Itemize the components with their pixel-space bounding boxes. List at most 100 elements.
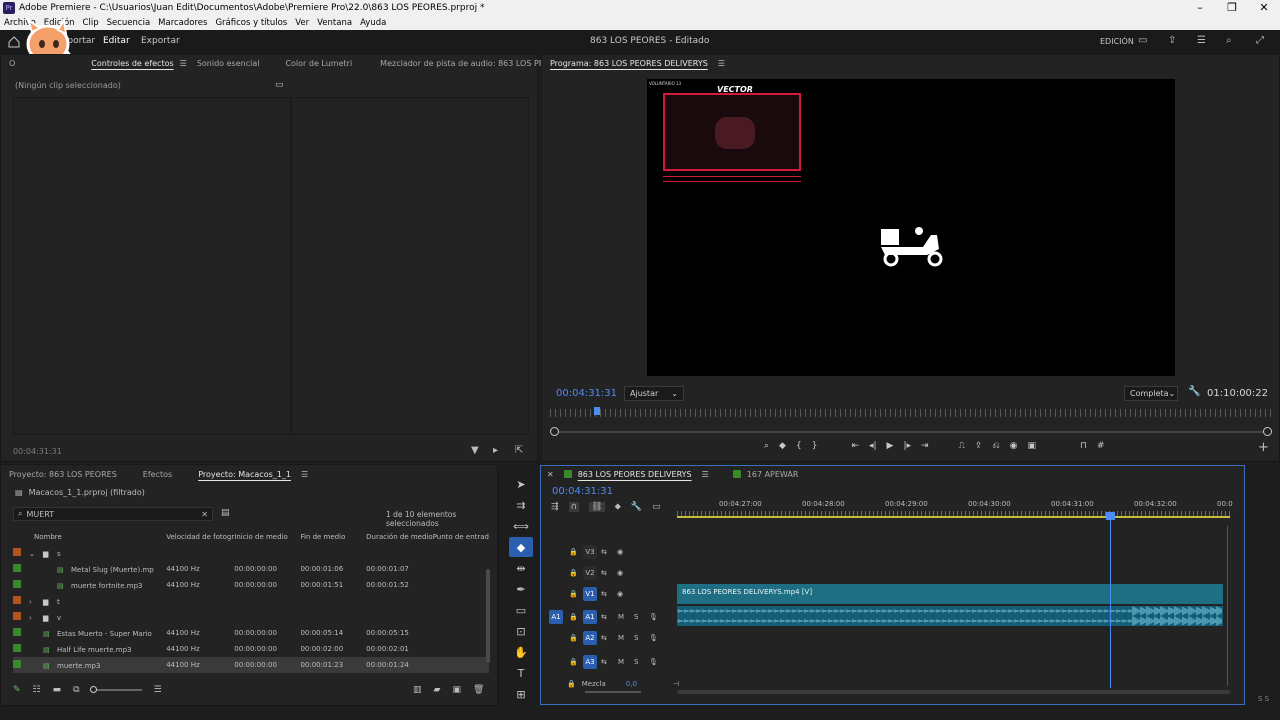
grid-icon[interactable]: # (1097, 441, 1105, 451)
sort-icon[interactable]: ☰ (154, 685, 162, 695)
zoom-fit-dropdown[interactable]: Ajustar ⌄ (624, 386, 684, 401)
tab-effects[interactable]: Efectos (127, 470, 182, 479)
program-time-ruler[interactable] (550, 409, 1272, 417)
program-playhead-timecode[interactable]: 00:04:31:31 (556, 388, 617, 399)
pen-tool-icon[interactable]: ✒ (509, 579, 533, 599)
share-icon[interactable]: ⇪ (1168, 35, 1176, 46)
solo-button[interactable]: S (634, 658, 638, 666)
razor-tool-icon[interactable]: ◆ (509, 537, 533, 557)
disclosure-triangle-icon[interactable]: ⌄ (29, 550, 43, 558)
settings-list-icon[interactable]: ☰ (1197, 35, 1206, 46)
insert-sequence-nest-icon[interactable]: ⇶ (551, 502, 559, 512)
toggle-output-eye-icon[interactable]: ◉ (617, 569, 623, 577)
search-box[interactable]: ⌕ MUERT ✕ (13, 507, 213, 521)
track-target-a2[interactable]: A2 (583, 631, 597, 645)
tab-source[interactable]: O (1, 59, 25, 68)
panel-menu-icon[interactable]: ☰ (180, 59, 187, 68)
mix-lock-icon[interactable]: 🔒 (567, 680, 576, 688)
sync-lock-icon[interactable]: ⇆ (601, 590, 607, 598)
project-menu-icon[interactable]: ☰ (301, 470, 308, 479)
tab-essential-sound[interactable]: Sonido esencial (187, 59, 270, 68)
track-lock-icon[interactable]: 🔒 (569, 590, 578, 598)
lift-icon[interactable]: ⎍ (959, 441, 965, 451)
label-color-swatch[interactable] (13, 612, 21, 620)
fullscreen-icon[interactable]: ⤢ (1256, 35, 1264, 46)
caption-tool-icon[interactable]: ⊞ (509, 684, 533, 704)
ripple-edit-tool-icon[interactable]: ⟺ (509, 516, 533, 536)
label-color-swatch[interactable] (13, 644, 21, 652)
tab-project-main[interactable]: Proyecto: 863 LOS PEORES (1, 470, 127, 479)
edit-tab[interactable]: Editar (103, 36, 130, 46)
label-color-swatch[interactable] (13, 596, 21, 604)
menu-graficos[interactable]: Gráficos y títulos (215, 18, 287, 28)
scrollbar-right-handle[interactable] (1263, 427, 1272, 436)
go-to-out-icon[interactable]: ⇥ (921, 441, 929, 451)
new-bin-icon[interactable]: ▰ (434, 685, 441, 695)
col-fps[interactable]: Velocidad de fotogr (166, 529, 234, 545)
table-row[interactable]: ▤ Estas Muerto - Super Mario 44100 Hz 00:00… (13, 625, 489, 641)
export-tab[interactable]: Exportar (141, 36, 180, 46)
toggle-output-eye-icon[interactable]: ◉ (617, 548, 623, 556)
col-media-duration[interactable]: Duración de medio (366, 529, 433, 545)
menu-marcadores[interactable]: Marcadores (158, 18, 207, 28)
timeline-zoom-scrollbar[interactable] (585, 691, 641, 693)
new-item-icon[interactable]: ▣ (452, 685, 461, 695)
step-back-icon[interactable]: ◂| (869, 441, 877, 451)
export-frame-icon[interactable]: ⇱ (515, 445, 523, 456)
comparison-view-icon[interactable]: ▣ (1028, 441, 1037, 451)
timeline-ruler[interactable]: 00:04:27:00 00:04:28:00 00:04:29:00 00:04:3… (677, 500, 1233, 520)
insert-icon[interactable]: ⎌ (992, 441, 999, 451)
mix-value[interactable]: 0,0 (626, 680, 637, 688)
track-lock-icon[interactable]: 🔒 (569, 548, 578, 556)
icon-view-icon[interactable]: ▬ (53, 685, 62, 695)
mute-button[interactable]: M (618, 613, 624, 621)
pencil-icon[interactable]: ✎ (13, 685, 21, 695)
solo-button[interactable]: S (634, 634, 638, 642)
label-color-swatch[interactable] (13, 548, 21, 556)
track-lock-icon[interactable]: 🔒 (569, 613, 578, 621)
tab-project-macacos[interactable]: Proyecto: Macacos_1_1 (182, 470, 301, 479)
label-color-swatch[interactable] (13, 580, 21, 588)
minimize-button[interactable]: – (1184, 0, 1216, 16)
menu-ventana[interactable]: Ventana (317, 18, 352, 28)
label-color-swatch[interactable] (13, 628, 21, 636)
audio-clip-a1[interactable] (677, 606, 1223, 626)
row-name-cell[interactable]: ⌄ ▆ s (13, 545, 166, 561)
track-select-tool-icon[interactable]: ⇉ (509, 495, 533, 515)
wrench-settings-icon[interactable]: 🔧 (1188, 386, 1200, 397)
toggle-timeline-view-icon[interactable]: ▭ (275, 80, 284, 90)
row-name-cell[interactable]: › ▆ t (13, 593, 166, 609)
menu-secuencia[interactable]: Secuencia (107, 18, 151, 28)
sync-lock-icon[interactable]: ⇆ (601, 548, 607, 556)
col-media-start[interactable]: Inicio de medio (234, 529, 300, 545)
voiceover-record-icon[interactable]: 🎙 (649, 634, 658, 642)
col-media-end[interactable]: Fin de medio (300, 529, 366, 545)
track-target-a1[interactable]: A1 (583, 610, 597, 624)
selection-tool-icon[interactable]: ➤ (509, 474, 533, 494)
track-lock-icon[interactable]: 🔒 (569, 658, 578, 666)
row-name-cell[interactable]: › ▆ v (13, 609, 166, 625)
sync-lock-icon[interactable]: ⇆ (601, 634, 607, 642)
timeline-vertical-scroll-track[interactable] (1227, 526, 1228, 686)
slip-tool-icon[interactable]: ⇹ (509, 558, 533, 578)
camera-export-frame-icon[interactable]: ◉ (1010, 441, 1018, 451)
linked-selection-icon[interactable]: ⛓ (589, 502, 605, 512)
sync-lock-icon[interactable]: ⇆ (601, 569, 607, 577)
table-row[interactable]: ▤ Half Life muerte.mp3 44100 Hz 00:00:00:00… (13, 641, 489, 657)
source-patch-a1[interactable]: A1 (549, 610, 563, 624)
label-color-swatch[interactable] (13, 564, 21, 572)
table-row[interactable]: ▤ Metal Slug (Muerte).mp 44100 Hz 00:00:00:… (13, 561, 489, 577)
mute-button[interactable]: M (618, 634, 624, 642)
track-target-v2[interactable]: V2 (583, 566, 597, 580)
playback-resolution-dropdown[interactable]: Completa ⌄ (1124, 386, 1178, 401)
sequence-menu-icon[interactable]: ☰ (702, 470, 709, 479)
scrollbar-left-handle[interactable] (550, 427, 559, 436)
timeline-horizontal-scrollbar[interactable] (677, 690, 1230, 694)
clear-search-icon[interactable]: ✕ (201, 510, 208, 519)
row-name-cell[interactable]: ▤ muerte fortnite.mp3 (13, 577, 166, 593)
add-button-icon[interactable]: + (1258, 440, 1269, 455)
delete-icon[interactable]: 🗑 (473, 685, 484, 695)
type-tool-icon[interactable]: T (509, 663, 533, 683)
track-lock-icon[interactable]: 🔒 (569, 634, 578, 642)
step-forward-icon[interactable]: |▸ (903, 441, 911, 451)
